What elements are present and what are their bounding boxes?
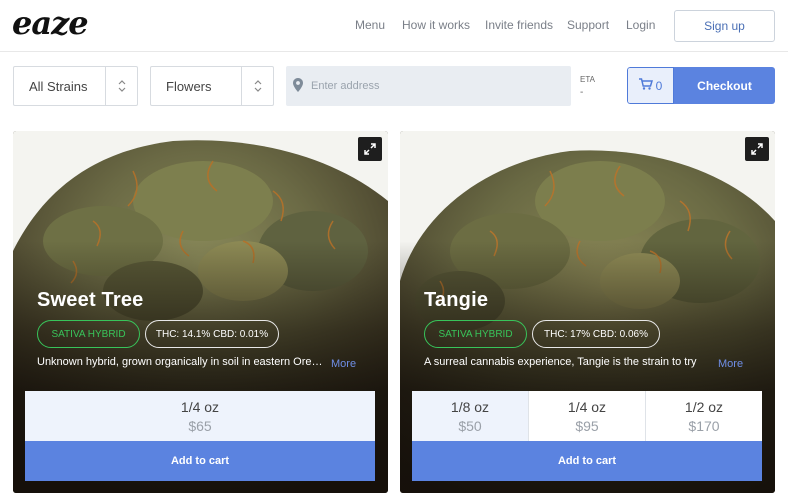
select-arrows-icon [105,67,137,105]
cart-count: 0 [655,78,663,93]
option-price: $95 [575,417,599,434]
nav-invite-friends[interactable]: Invite friends [485,18,553,32]
category-select[interactable]: Flowers [150,66,274,106]
product-description: Unknown hybrid, grown organically in soi… [37,356,327,368]
size-options: 1/4 oz $65 [25,391,375,441]
product-card[interactable]: Tangie SATIVA HYBRID THC: 17% CBD: 0.06%… [400,131,775,493]
cart-bar: 0 Checkout [627,67,775,104]
address-field[interactable] [286,66,571,106]
potency-badge: THC: 17% CBD: 0.06% [532,320,660,348]
size-option[interactable]: 1/4 oz $95 [529,391,646,441]
product-description: A surreal cannabis experience, Tangie is… [424,356,697,368]
add-to-cart-button[interactable]: Add to cart [412,441,762,481]
size-option[interactable]: 1/2 oz $170 [646,391,762,441]
product-name[interactable]: Tangie [424,289,488,312]
option-size: 1/4 oz [567,398,607,415]
expand-icon[interactable] [358,137,382,161]
checkout-button[interactable]: Checkout [674,67,775,104]
nav-how-it-works[interactable]: How it works [402,18,470,32]
size-options: 1/8 oz $50 1/4 oz $95 1/2 oz $170 [412,391,762,441]
potency-badge: THC: 14.1% CBD: 0.01% [145,320,279,348]
option-price: $50 [458,417,482,434]
map-pin-icon [293,78,303,97]
cart-button[interactable]: 0 [627,67,674,104]
more-link[interactable]: More [718,358,743,370]
nav-support[interactable]: Support [567,18,609,32]
address-input[interactable] [311,66,561,106]
size-option[interactable]: 1/8 oz $50 [412,391,529,441]
strain-type-badge: SATIVA HYBRID [37,320,140,348]
strain-select-value: All Strains [29,79,88,94]
more-link[interactable]: More [331,358,356,370]
add-to-cart-button[interactable]: Add to cart [25,441,375,481]
signup-button[interactable]: Sign up [674,10,775,42]
size-option[interactable]: 1/4 oz $65 [25,391,375,441]
option-size: 1/2 oz [684,398,724,415]
eaze-logo[interactable]: eaze [12,4,89,42]
product-card[interactable]: Sweet Tree SATIVA HYBRID THC: 14.1% CBD:… [13,131,388,493]
nav-login[interactable]: Login [626,18,655,32]
expand-icon[interactable] [745,137,769,161]
option-price: $65 [188,417,212,434]
option-size: 1/8 oz [450,398,490,415]
option-price: $170 [688,417,720,434]
eta-value: - [580,87,584,98]
shopping-cart-icon [638,78,653,93]
eta-label: ETA [580,75,595,84]
nav-menu[interactable]: Menu [355,18,385,32]
category-select-value: Flowers [166,79,212,94]
strain-select[interactable]: All Strains [13,66,138,106]
select-arrows-icon [241,67,273,105]
option-size: 1/4 oz [180,398,220,415]
product-name[interactable]: Sweet Tree [37,289,144,312]
strain-type-badge: SATIVA HYBRID [424,320,527,348]
top-header: eaze Menu How it works Invite friends Su… [0,0,788,52]
